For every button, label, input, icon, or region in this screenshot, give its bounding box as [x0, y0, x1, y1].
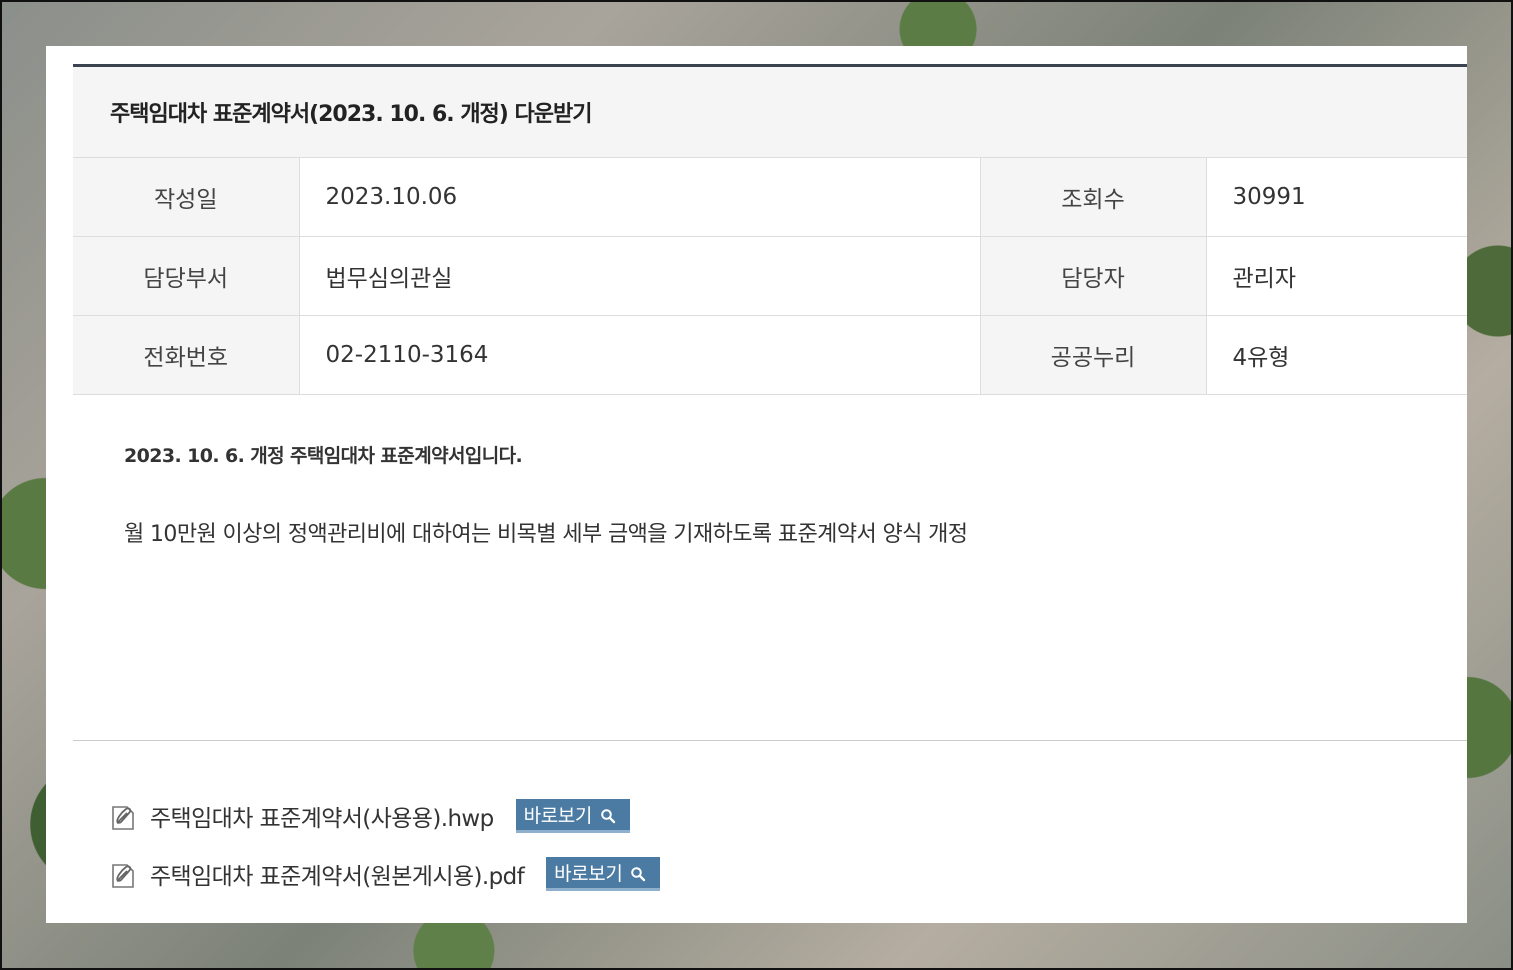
attachment-clip-icon	[110, 859, 138, 889]
license-label: 공공누리	[980, 315, 1207, 395]
meta-row-phone: 전화번호 02-2110-3164 공공누리 4유형	[73, 315, 1467, 395]
phone-label: 전화번호	[73, 315, 300, 395]
attachment-item: 주택임대차 표준계약서(사용용).hwp 바로보기	[110, 798, 630, 834]
preview-button-label: 바로보기	[523, 805, 593, 827]
post-meta-table: 작성일 2023.10.06 조회수 30991 담당부서 법무심의관실 담당자…	[73, 158, 1467, 395]
attachment-name[interactable]: 주택임대차 표준계약서(원본게시용).pdf	[150, 857, 525, 891]
manager-label: 담당자	[980, 236, 1207, 316]
preview-button[interactable]: 바로보기	[515, 799, 630, 833]
attachment-name[interactable]: 주택임대차 표준계약서(사용용).hwp	[150, 799, 494, 833]
magnifier-icon	[630, 865, 646, 881]
meta-row-dept: 담당부서 법무심의관실 담당자 관리자	[73, 236, 1467, 316]
views-value: 30991	[1206, 158, 1467, 237]
meta-row-date: 작성일 2023.10.06 조회수 30991	[73, 158, 1467, 237]
attachment-clip-icon	[110, 801, 138, 831]
phone-value: 02-2110-3164	[299, 315, 981, 395]
preview-button[interactable]: 바로보기	[546, 857, 661, 891]
magnifier-icon	[600, 807, 616, 823]
content-body: 월 10만원 이상의 정액관리비에 대하여는 비목별 세부 금액을 기재하도록 …	[124, 522, 968, 547]
attachment-item: 주택임대차 표준계약서(원본게시용).pdf 바로보기	[110, 856, 661, 892]
attachment-list: 주택임대차 표준계약서(사용용).hwp 바로보기 주택임대차 표준계약서(원본…	[73, 741, 1467, 921]
post-title: 주택임대차 표준계약서(2023. 10. 6. 개정) 다운받기	[73, 67, 1467, 158]
content-lead: 2023. 10. 6. 개정 주택임대차 표준계약서입니다.	[124, 445, 523, 467]
dept-label: 담당부서	[73, 236, 300, 316]
date-value: 2023.10.06	[299, 158, 981, 237]
license-value: 4유형	[1206, 315, 1467, 395]
views-label: 조회수	[980, 158, 1207, 237]
manager-value: 관리자	[1206, 236, 1467, 316]
date-label: 작성일	[73, 158, 300, 237]
preview-button-label: 바로보기	[554, 863, 623, 885]
post-card: 주택임대차 표준계약서(2023. 10. 6. 개정) 다운받기 작성일 20…	[46, 46, 1467, 923]
post-view: 주택임대차 표준계약서(2023. 10. 6. 개정) 다운받기 작성일 20…	[73, 64, 1467, 921]
post-content: 2023. 10. 6. 개정 주택임대차 표준계약서입니다. 월 10만원 이…	[73, 395, 1467, 741]
dept-value: 법무심의관실	[299, 236, 981, 316]
